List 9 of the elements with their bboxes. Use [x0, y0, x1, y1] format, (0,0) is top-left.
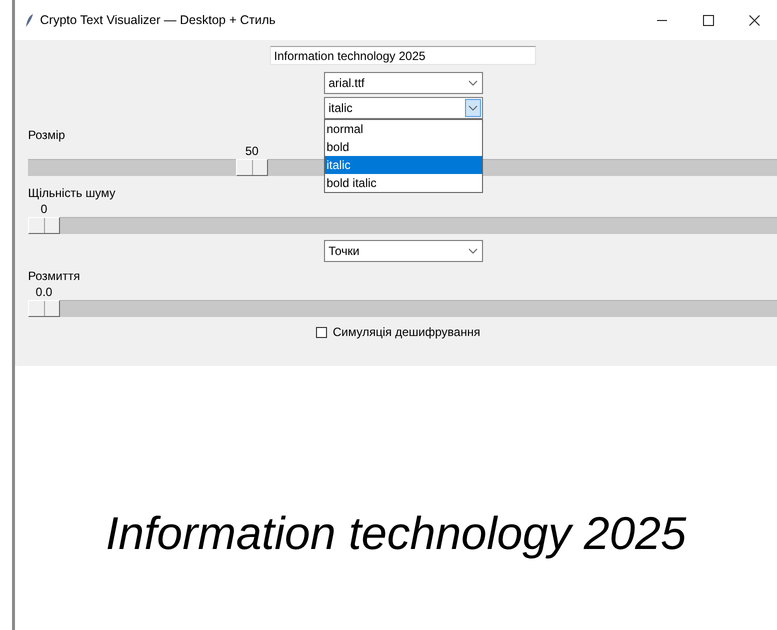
slider-label: Щільність шуму [28, 186, 116, 200]
slider-value: 0.0 [36, 284, 52, 300]
slider-label: Розмиття [28, 269, 80, 283]
slider-value: 50 [245, 143, 259, 159]
preview-text: Information technology 2025 [106, 506, 686, 560]
checkbox-label: Симуляція дешифрування [332, 325, 480, 339]
slider-value: 0 [40, 201, 48, 217]
slider-label: Розмір [28, 128, 66, 142]
window-title: Crypto Text Visualizer — Desktop + Стиль [40, 13, 276, 27]
